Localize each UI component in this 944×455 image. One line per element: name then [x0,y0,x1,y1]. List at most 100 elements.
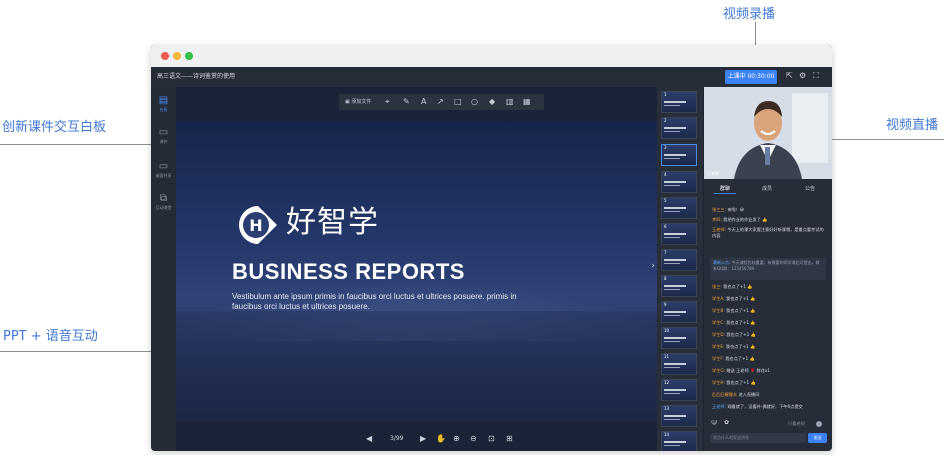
slide-thumbnail[interactable]: 3 [661,144,697,166]
tab-notice[interactable]: 公告 [805,185,815,192]
chat-input[interactable]: 说点什么吧发送消息 [710,433,806,443]
prev-page-icon[interactable]: ◀ [366,433,372,445]
chat-input-row: 说点什么吧发送消息 发送 [710,433,827,443]
chat-message: 学生G: 赠送 王老师 🌹 鲜花x1 [712,368,771,373]
logo-icon: H [239,206,277,244]
chat-tabs: 群聊 成员 公告 [704,183,832,195]
slide-thumbnail[interactable]: 13 [661,405,697,427]
trash-icon[interactable]: ▥ [506,96,514,108]
chat-message: 学生B: 我也点了+1 👍 [712,308,756,313]
slide-thumbnail[interactable]: 6 [661,223,697,245]
zoom-out-icon[interactable]: ⊖ [470,433,477,445]
notice-box: 最新公告: 今天课程比较重要，有需要的同学课后可提出，联系QQ群：1234567… [710,258,826,280]
slide-thumbnail[interactable]: 7 [661,249,697,271]
app-window: 高三语文——诗词鉴赏的使用 上课中 00:30:00 ⇱ ⚙ ⛶ ▤ 白板 ▭ … [151,45,832,451]
class-timer-button[interactable]: 上课中 00:30:00 [725,70,777,84]
notice-title: 最新公告: [713,260,731,265]
nav-item-courseware[interactable]: ▭ 课件 [151,127,176,145]
emoji-icon[interactable]: ☺ [711,420,719,426]
send-button[interactable]: 发送 [808,433,827,443]
slide-thumbnail[interactable]: 1 [661,91,697,113]
teacher-video[interactable]: 王老师 [704,87,832,179]
slide-thumbnail[interactable]: 5 [661,197,697,219]
app-header: 高三语文——诗词鉴赏的使用 上课中 00:30:00 ⇱ ⚙ ⛶ [151,67,832,87]
slide-thumbnail[interactable]: 9 [661,301,697,323]
window-titlebar [151,45,832,67]
close-dot[interactable] [161,52,169,60]
chat-message: 学生E: 我也点了+1 👍 [712,344,756,349]
fit-width-icon[interactable]: ⊡ [488,433,495,445]
minimize-dot[interactable] [173,52,181,60]
zoom-in-icon[interactable]: ⊕ [453,433,460,445]
save-icon[interactable]: ▦ [523,96,531,108]
tab-members[interactable]: 成员 [762,185,772,192]
only-teacher-label: 只看老师 [788,421,805,426]
slide-thumbnails: 1 2 3 4 5 6 7 8 9 10 11 12 13 14 [657,87,703,451]
chat-message: 学生A: 我也点了+1 👍 [712,296,756,301]
nav-label: 课件 [159,139,168,144]
nav-item-interactive[interactable]: ⧉ 互动课堂 [151,193,176,211]
slide-thumbnail[interactable]: 2 [661,117,697,139]
nav-label: 互动课堂 [155,205,172,210]
eraser-icon[interactable]: ◆ [489,96,495,108]
callout-ppt-voice: PPT + 语音互动 [3,329,98,344]
fullscreen-icon[interactable]: ⛶ [813,71,819,81]
chat-message: 匹匹匹喔喔众 进入直播间 [712,392,760,397]
share-icon[interactable]: ⇱ [786,71,793,81]
callout-video-record: 视频录播 [723,7,776,22]
next-page-icon[interactable]: ▶ [420,433,426,445]
text-icon[interactable]: A [421,96,426,108]
pager-bar: ◀ 3/99 ▶ ✋ ⊕ ⊖ ⊡ ⊞ [362,431,522,447]
fit-page-icon[interactable]: ⊞ [506,433,513,445]
logo-text: 好智学 [286,205,379,240]
main-stage: ▣ 添加文件 ⌖ ✎ A ↗ □ ○ ◆ ▥ ▦ H 好智学 BUSINESS … [176,87,657,451]
slide-headline: BUSINESS REPORTS [232,259,465,284]
nav-label: 白板 [159,107,168,112]
slide-canvas[interactable]: H 好智学 BUSINESS REPORTS Vestibulum ante i… [176,121,657,421]
nav-item-whiteboard[interactable]: ▤ 白板 [151,95,176,113]
nav-label: 桌面共享 [155,173,172,178]
chat-message: 张三: 我也点了+1 👍 [712,284,753,289]
whiteboard-toolbar: ▣ 添加文件 ⌖ ✎ A ↗ □ ○ ◆ ▥ ▦ [339,94,544,110]
chat-message: 学生F: 我也点了+1 👍 [712,356,755,361]
pen-icon[interactable]: ✎ [403,96,410,108]
monitor-icon: ▭ [158,161,169,172]
maximize-dot[interactable] [185,52,193,60]
chat-message: 学生D: 我也点了+1 👍 [712,332,756,337]
only-teacher-toggle[interactable] [816,421,822,427]
chat-message: 王老师: 今天上的课大家要注意好好听课哦，是重点要考试的内容 [712,227,824,238]
rectangle-icon[interactable]: □ [454,96,462,108]
nav-item-screen-share[interactable]: ▭ 桌面共享 [151,161,176,179]
callout-line [0,144,165,145]
slide-thumbnail[interactable]: 10 [661,327,697,349]
circle-icon[interactable]: ○ [471,96,478,108]
add-file-label: 添加文件 [351,99,372,105]
callout-live-video: 视频直播 [886,118,939,133]
whiteboard-icon: ▤ [158,95,169,106]
slide-thumbnail[interactable]: 14 [661,431,697,451]
slide-thumbnail[interactable]: 11 [661,353,697,375]
chat-message: 张三三: 来啦！😀 [712,207,745,212]
slide-thumbnail[interactable]: 12 [661,379,697,401]
gear-icon[interactable]: ⚙ [799,71,806,81]
add-file-button[interactable]: ▣ 添加文件 [345,96,371,108]
courseware-icon: ▭ [158,127,169,138]
hand-icon[interactable]: ✋ [436,433,446,445]
arrow-icon[interactable]: ↗ [437,96,444,108]
tab-chat[interactable]: 群聊 [720,185,730,192]
chat-message: 学生H: 我也点了+1 👍 [712,380,756,385]
slide-thumbnail[interactable]: 8 [661,275,697,297]
tab-indicator [714,193,736,194]
callout-whiteboard: 创新课件交互白板 [2,120,107,135]
flower-icon[interactable]: ✿ [724,420,732,426]
slide-thumbnail[interactable]: 4 [661,171,697,193]
folder-icon: ▣ [345,99,350,105]
left-nav: ▤ 白板 ▭ 课件 ▭ 桌面共享 ⧉ 互动课堂 [151,87,176,451]
city-background [176,311,657,421]
interactive-icon: ⧉ [159,193,168,204]
select-icon[interactable]: ⌖ [385,96,390,108]
chat-message: 李四: 我把作业的作业发了 👍 [712,217,768,222]
course-title: 高三语文——诗词鉴赏的使用 [157,73,236,80]
chat-message: 王老师: 观看就了，没看补-偶就好，下午6点提交 [712,404,803,409]
chat-message: 学生C: 我也点了+1 👍 [712,320,756,325]
